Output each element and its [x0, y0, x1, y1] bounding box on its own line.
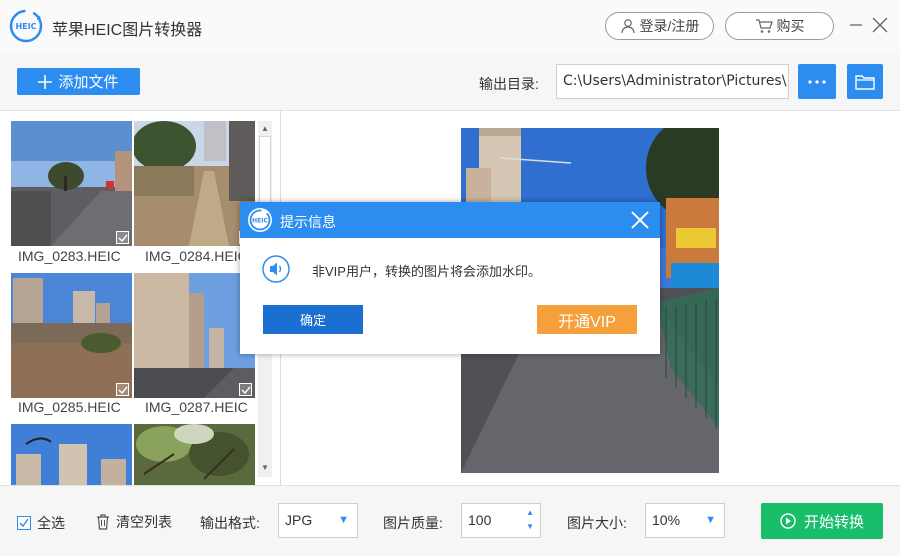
browse-more-button[interactable] — [798, 64, 836, 99]
size-select[interactable]: 10% ▼ — [645, 503, 725, 538]
thumbnail-label: IMG_0285.HEIC — [18, 399, 121, 415]
scroll-down-arrow-icon[interactable]: ▼ — [261, 463, 269, 472]
checkbox-checked-icon — [17, 516, 31, 530]
format-value: JPG — [285, 512, 313, 528]
thumbnail-checkbox[interactable] — [239, 383, 252, 396]
thumbnail-checkbox[interactable] — [116, 383, 129, 396]
add-file-button[interactable]: 添加文件 — [17, 68, 140, 95]
play-circle-icon — [780, 513, 796, 529]
format-select[interactable]: JPG ▼ — [278, 503, 358, 538]
toolbar: 添加文件 输出目录: C:\Users\Administrator\Pictur… — [0, 54, 900, 111]
quality-label: 图片质量: — [383, 515, 443, 531]
user-icon — [620, 19, 635, 34]
thumbnail-image — [11, 121, 132, 246]
select-all-label: 全选 — [37, 515, 65, 531]
format-label: 输出格式: — [200, 515, 260, 531]
dialog-message: 非VIP用户，转换的图片将会添加水印。 — [312, 264, 541, 279]
svg-text:HEIC: HEIC — [252, 218, 268, 225]
thumbnail-item[interactable] — [134, 424, 255, 485]
quality-stepper[interactable]: 100 ▲ ▼ — [461, 503, 541, 538]
close-icon[interactable] — [630, 210, 650, 230]
thumbnail-item[interactable] — [134, 121, 255, 246]
checkmark-icon — [118, 234, 128, 242]
thumbnail-label: IMG_0284.HEIC — [145, 248, 248, 264]
output-dir-label: 输出目录: — [479, 76, 539, 92]
thumbnail-image — [134, 273, 255, 398]
thumbnail-image — [11, 273, 132, 398]
thumbnail-list: IMG_0283.HEIC IMG_0284.HEIC IMG_0285.HEI… — [0, 111, 281, 485]
app-title: 苹果HEIC图片转换器 — [52, 22, 203, 39]
open-vip-button[interactable]: 开通VIP — [537, 305, 637, 334]
select-all-checkbox[interactable]: 全选 — [17, 513, 65, 533]
heic-logo-icon: HEIC — [9, 9, 43, 43]
thumbnail-item[interactable] — [11, 121, 132, 246]
buy-button[interactable]: 购买 — [725, 12, 834, 40]
speaker-icon — [262, 255, 290, 283]
checkmark-icon — [118, 386, 128, 394]
dialog-header: HEIC 提示信息 — [240, 202, 660, 238]
quality-value: 100 — [468, 512, 492, 528]
minimize-button[interactable] — [845, 14, 867, 36]
buy-label: 购买 — [776, 18, 805, 34]
clear-list-button[interactable]: 清空列表 — [96, 512, 172, 532]
output-dir-input[interactable]: C:\Users\Administrator\Pictures\ — [556, 64, 789, 99]
plus-icon — [38, 74, 53, 89]
add-file-label: 添加文件 — [58, 74, 119, 91]
confirm-button[interactable]: 确定 — [263, 305, 363, 334]
cart-icon — [755, 19, 773, 33]
size-label: 图片大小: — [567, 515, 627, 531]
clear-list-label: 清空列表 — [116, 514, 172, 530]
trash-icon — [97, 514, 109, 530]
thumbnail-image — [134, 121, 255, 246]
stepper-down-icon[interactable]: ▼ — [526, 521, 534, 533]
dropdown-arrow-icon: ▼ — [338, 514, 349, 526]
checkmark-icon — [241, 386, 251, 394]
size-value: 10% — [652, 512, 681, 528]
thumbnail-label: IMG_0283.HEIC — [18, 248, 121, 264]
thumbnail-label: IMG_0287.HEIC — [145, 399, 248, 415]
folder-icon — [855, 74, 875, 90]
open-folder-button[interactable] — [847, 64, 883, 99]
start-convert-button[interactable]: 开始转换 — [761, 503, 883, 539]
thumbnail-image — [134, 424, 255, 485]
minimize-icon — [850, 24, 862, 26]
thumbnail-checkbox[interactable] — [116, 231, 129, 244]
thumbnail-image — [11, 424, 132, 485]
thumbnail-item[interactable] — [11, 273, 132, 398]
close-window-button[interactable] — [869, 14, 891, 36]
dropdown-arrow-icon: ▼ — [705, 514, 716, 526]
login-button[interactable]: 登录/注册 — [605, 12, 714, 40]
thumbnail-item[interactable] — [11, 424, 132, 485]
dialog-title: 提示信息 — [280, 214, 336, 230]
more-icon — [808, 79, 826, 84]
vip-notice-dialog: HEIC 提示信息 非VIP用户，转换的图片将会添加水印。 确定 开通VIP — [240, 202, 660, 354]
bottom-bar: 全选 清空列表 输出格式: JPG ▼ 图片质量: 100 ▲ ▼ 图片大小: … — [0, 485, 900, 556]
start-convert-label: 开始转换 — [803, 513, 864, 531]
heic-logo-icon: HEIC — [248, 208, 272, 232]
svg-text:HEIC: HEIC — [15, 22, 36, 31]
title-bar: HEIC 苹果HEIC图片转换器 登录/注册 购买 — [0, 0, 900, 54]
close-icon — [872, 17, 888, 33]
stepper-up-icon[interactable]: ▲ — [526, 507, 534, 519]
login-label: 登录/注册 — [639, 18, 700, 34]
scroll-up-arrow-icon[interactable]: ▲ — [261, 124, 269, 133]
thumbnail-item[interactable] — [134, 273, 255, 398]
